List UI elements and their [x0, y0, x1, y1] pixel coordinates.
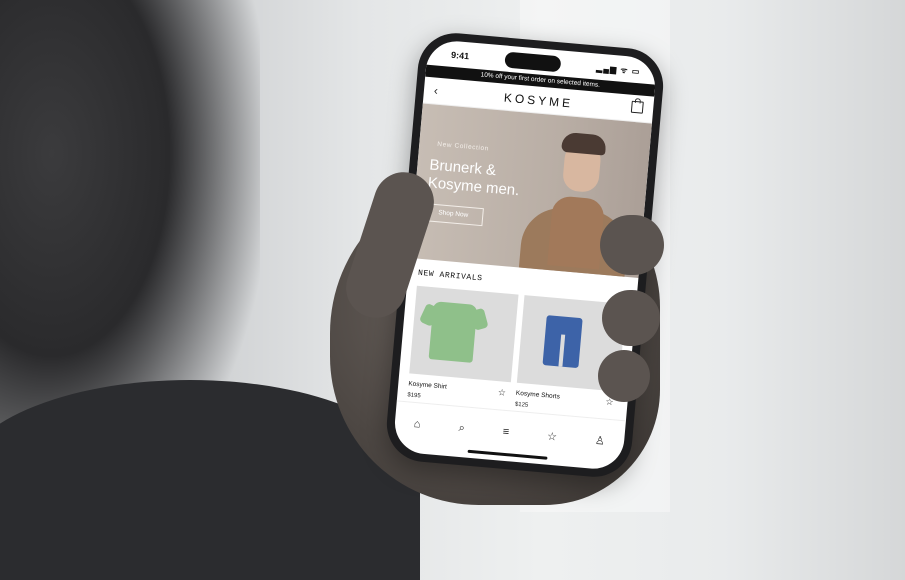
- dynamic-island: [504, 51, 562, 73]
- shirt-image: [428, 301, 478, 363]
- product-name[interactable]: Kosyme Shorts: [516, 390, 561, 401]
- favorites-icon[interactable]: ☆: [547, 429, 558, 443]
- profile-icon[interactable]: ♙: [595, 433, 606, 447]
- home-icon[interactable]: ⌂: [413, 418, 421, 431]
- product-name[interactable]: Kosyme Shirt: [408, 380, 447, 390]
- shorts-image: [542, 315, 583, 369]
- status-time: 9:41: [450, 49, 470, 62]
- shopping-bag-icon[interactable]: [630, 100, 644, 114]
- hero-label: New Collection: [436, 140, 490, 153]
- finger: [602, 290, 660, 346]
- menu-icon[interactable]: ≡: [502, 426, 509, 439]
- finger: [600, 215, 664, 275]
- product-image[interactable]: [409, 285, 519, 383]
- product-card[interactable]: Kosyme Shirt ☆ $195: [407, 285, 519, 407]
- finger: [598, 350, 650, 402]
- product-grid: Kosyme Shirt ☆ $195 Kosyme Shorts ☆ $125: [397, 277, 637, 418]
- status-icons: ▂▄▆ ᯤ ▭: [595, 63, 641, 77]
- home-indicator: [467, 449, 548, 460]
- favorite-star-icon[interactable]: ☆: [497, 387, 506, 399]
- search-icon[interactable]: ⌕: [458, 421, 465, 434]
